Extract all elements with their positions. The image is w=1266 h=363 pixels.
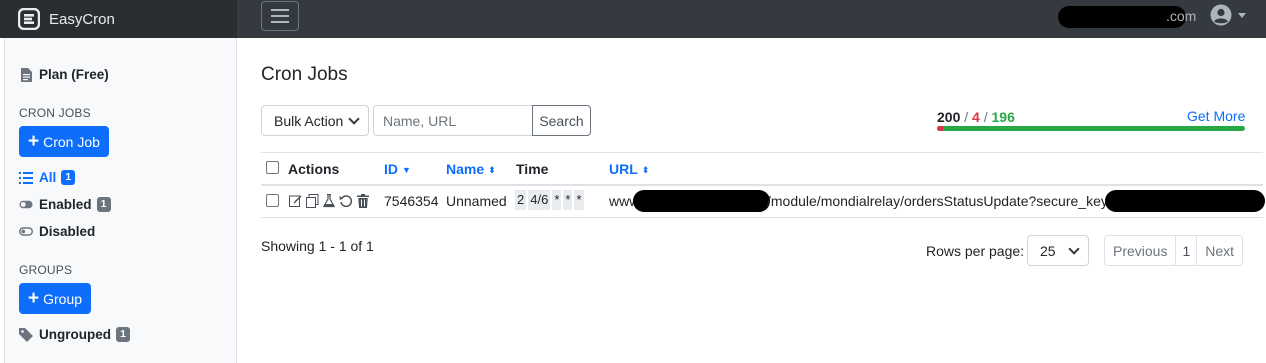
- sidebar-ungrouped[interactable]: Ungrouped 1: [19, 327, 130, 342]
- cron-weekday: *: [574, 190, 584, 210]
- column-header-url[interactable]: URL ⬍: [609, 161, 649, 177]
- row-actions: [288, 193, 370, 208]
- sidebar-plan[interactable]: Plan (Free): [19, 67, 109, 82]
- sidebar-filter-all[interactable]: All 1: [19, 170, 76, 185]
- user-menu-caret-icon[interactable]: [1238, 13, 1246, 18]
- row-time-expression: 2 4/6 * * *: [515, 190, 584, 210]
- cron-minute: 2: [515, 190, 527, 210]
- pagination: Previous 1 Next: [1104, 235, 1244, 266]
- filter-all-label: All: [39, 170, 57, 185]
- column-header-actions: Actions: [288, 161, 340, 177]
- toggle-off-icon: [19, 225, 33, 239]
- add-cron-job-label: Cron Job: [43, 133, 100, 150]
- rows-per-page-label: Rows per page:: [926, 243, 1025, 259]
- column-header-id-label: ID: [384, 161, 398, 177]
- add-cron-job-button[interactable]: + Cron Job: [19, 126, 109, 157]
- brand-name: EasyCron: [49, 10, 115, 28]
- column-header-id[interactable]: ID ▼: [384, 161, 411, 177]
- quota-used: 4: [972, 109, 980, 125]
- edit-icon[interactable]: [288, 193, 302, 208]
- column-header-url-label: URL: [609, 161, 638, 177]
- select-all-checkbox[interactable]: [266, 161, 279, 174]
- next-page-button[interactable]: Next: [1197, 236, 1243, 265]
- filter-enabled-label: Enabled: [39, 197, 92, 212]
- table-row-border: [261, 217, 1263, 218]
- get-more-link[interactable]: Get More: [1187, 108, 1245, 124]
- quota-summary: 200 / 4 / 196: [937, 109, 1015, 125]
- sidebar: Plan (Free) CRON JOBS + Cron Job All 1 E…: [4, 38, 237, 363]
- current-page-button[interactable]: 1: [1176, 236, 1198, 265]
- chevron-down-icon: [348, 113, 360, 125]
- quota-separator: /: [983, 109, 988, 125]
- table-header-border: [261, 184, 1263, 186]
- row-checkbox[interactable]: [266, 194, 279, 207]
- quota-total: 200: [937, 109, 961, 125]
- redacted-url-domain: [633, 190, 770, 212]
- showing-summary: Showing 1 - 1 of 1: [261, 238, 374, 254]
- ungrouped-label: Ungrouped: [39, 327, 111, 342]
- groups-heading: GROUPS: [19, 263, 73, 277]
- plus-icon: +: [28, 288, 40, 309]
- search-input[interactable]: [373, 105, 533, 136]
- sidebar-filter-enabled[interactable]: Enabled 1: [19, 197, 111, 212]
- column-header-name[interactable]: Name ⬍: [446, 161, 496, 177]
- bulk-action-label: Bulk Action: [274, 112, 344, 129]
- list-icon: [19, 171, 33, 185]
- document-icon: [19, 67, 33, 82]
- duplicate-icon[interactable]: [305, 193, 319, 208]
- hamburger-icon: [271, 9, 289, 23]
- quota-used-fill: [937, 126, 944, 131]
- sidebar-filter-disabled[interactable]: Disabled: [19, 224, 95, 239]
- table-top-border: [261, 152, 1263, 153]
- ungrouped-count-badge: 1: [116, 327, 130, 342]
- plan-label: Plan (Free): [39, 67, 109, 82]
- row-url-path[interactable]: /module/mondialrelay/ordersStatusUpdate?…: [767, 193, 1108, 209]
- rows-per-page-select[interactable]: 25: [1027, 235, 1089, 266]
- history-icon[interactable]: [339, 193, 353, 208]
- redacted-url-secret: [1105, 190, 1265, 212]
- cron-month: *: [563, 190, 573, 210]
- quota-remaining: 196: [991, 109, 1015, 125]
- sort-icon: ⬍: [488, 164, 496, 175]
- user-email[interactable]: .com: [1166, 8, 1196, 24]
- tag-icon: [19, 327, 33, 342]
- chevron-down-icon: [1068, 243, 1080, 255]
- add-group-label: Group: [43, 290, 83, 307]
- column-header-name-label: Name: [446, 161, 485, 177]
- row-name[interactable]: Unnamed: [446, 193, 507, 209]
- user-avatar-icon[interactable]: [1210, 4, 1232, 26]
- row-id[interactable]: 7546354: [384, 193, 439, 209]
- menu-toggle-button[interactable]: [261, 1, 299, 31]
- column-header-time: Time: [516, 161, 549, 177]
- top-navbar: EasyCron .com: [0, 0, 1266, 38]
- filter-disabled-label: Disabled: [39, 224, 96, 239]
- brand[interactable]: EasyCron: [0, 0, 237, 38]
- previous-page-button[interactable]: Previous: [1105, 236, 1177, 265]
- sort-desc-icon: ▼: [402, 165, 411, 176]
- page-title: Cron Jobs: [261, 64, 348, 85]
- test-flask-icon[interactable]: [322, 193, 336, 208]
- bulk-action-select[interactable]: Bulk Action: [261, 105, 369, 136]
- cron-jobs-heading: CRON JOBS: [19, 106, 91, 120]
- cron-hour: 4/6: [528, 190, 551, 210]
- toggle-on-icon: [19, 198, 33, 212]
- easycron-logo-icon: [18, 8, 40, 30]
- sort-icon: ⬍: [641, 164, 650, 175]
- filter-enabled-count-badge: 1: [96, 197, 111, 212]
- quota-separator: /: [964, 109, 969, 125]
- add-group-button[interactable]: + Group: [19, 283, 92, 314]
- search-button[interactable]: Search: [532, 105, 591, 136]
- rows-per-page-value: 25: [1040, 242, 1056, 259]
- delete-icon[interactable]: [356, 193, 370, 208]
- quota-progress-bar: [937, 126, 1245, 131]
- plus-icon: +: [28, 131, 40, 152]
- filter-all-count-badge: 1: [61, 170, 76, 185]
- cron-day: *: [552, 190, 562, 210]
